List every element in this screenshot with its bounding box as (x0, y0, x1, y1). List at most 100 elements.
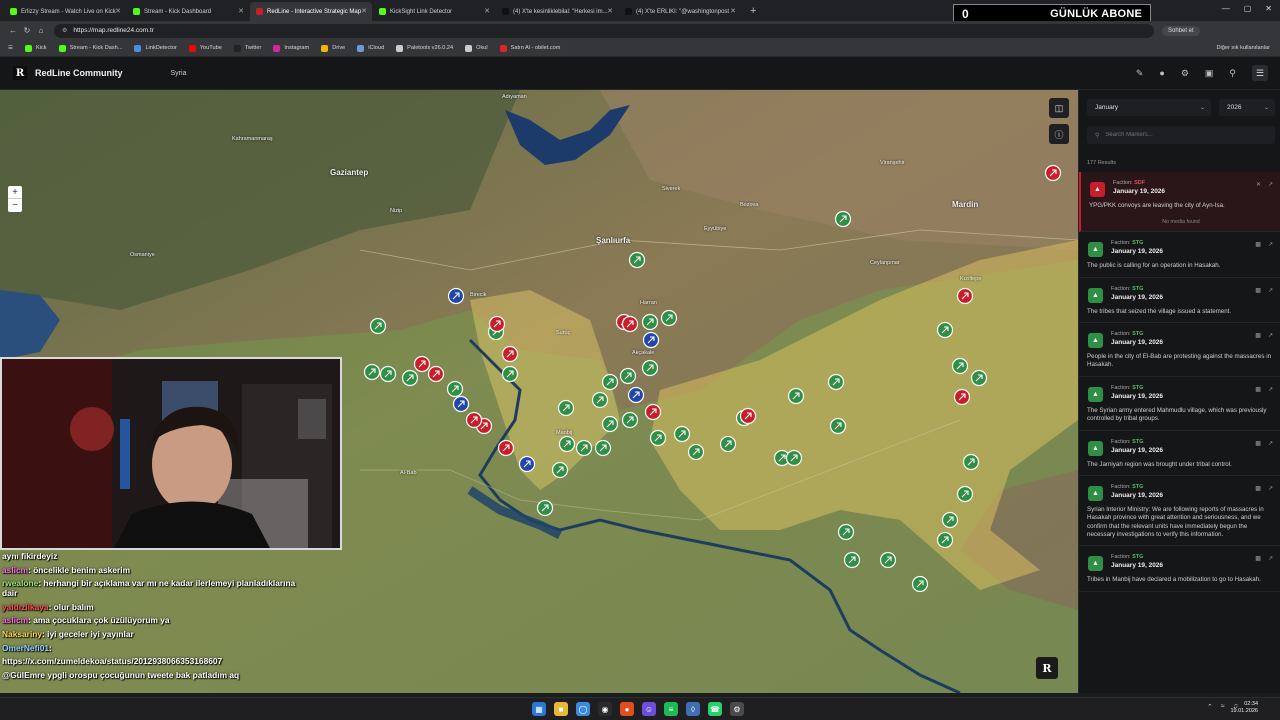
government-marker[interactable] (575, 439, 593, 457)
other-marker[interactable] (642, 331, 660, 349)
marker-card[interactable]: ▲ ▩ ↗ Faction: STG January 19, 2026 The … (1079, 278, 1280, 324)
tab-close-icon[interactable]: ✕ (115, 7, 121, 15)
other-marker[interactable] (627, 386, 645, 404)
external-link-icon[interactable]: ↗ (1268, 485, 1273, 492)
whatsapp-icon[interactable]: ☎ (708, 702, 722, 716)
marker-card[interactable]: ▲ ▩ ↗ Faction: STG January 19, 2026 Syri… (1079, 476, 1280, 547)
government-marker[interactable] (558, 435, 576, 453)
marker-card[interactable]: ▲ ▩ ↗ Faction: STG January 19, 2026 Peop… (1079, 323, 1280, 377)
other-marker[interactable] (518, 455, 536, 473)
government-marker[interactable] (446, 380, 464, 398)
maximize-icon[interactable]: ▢ (1244, 4, 1252, 13)
other-marker[interactable] (452, 395, 470, 413)
other-marker[interactable] (447, 287, 465, 305)
government-marker[interactable] (601, 415, 619, 433)
external-link-icon[interactable]: ↗ (1268, 440, 1273, 447)
other-bookmarks[interactable]: Diğer sık kullanılanlar (1217, 45, 1270, 51)
tab-close-icon[interactable]: ✕ (484, 7, 490, 15)
government-marker[interactable] (687, 443, 705, 461)
sdf-marker[interactable] (621, 315, 639, 333)
firefox-icon[interactable]: ● (620, 702, 634, 716)
media-icon[interactable]: ▩ (1255, 332, 1261, 339)
marker-search[interactable]: ⚲ (1087, 126, 1275, 144)
info-icon[interactable]: ⓘ (1049, 124, 1069, 144)
chat-username[interactable]: aslicm (2, 565, 28, 575)
bookmark-item[interactable]: Stream - Kick Dash... (58, 44, 122, 52)
clock[interactable]: 02:34 19.01.2026 (1230, 701, 1258, 715)
government-marker[interactable] (591, 391, 609, 409)
marker-card[interactable]: ▲ ▩ ↗ Faction: STG January 19, 2026 The … (1079, 431, 1280, 476)
browser-tab[interactable]: Erlizzy Stream - Watch Live on Kick ✕ (4, 2, 126, 21)
government-marker[interactable] (673, 425, 691, 443)
government-marker[interactable] (551, 461, 569, 479)
spotify-icon[interactable]: ≡ (664, 702, 678, 716)
bookmark-item[interactable]: Kick (25, 44, 47, 52)
government-marker[interactable] (619, 367, 637, 385)
location-pin-icon[interactable]: ● (1159, 68, 1164, 79)
government-marker[interactable] (641, 359, 659, 377)
bookmark-item[interactable]: Paletools v26.0.24 (396, 44, 453, 52)
marker-card[interactable]: ▲ ▩ ↗ Faction: STG January 19, 2026 The … (1079, 377, 1280, 431)
marker-search-input[interactable] (1105, 132, 1266, 138)
draw-icon[interactable]: ✎ (1136, 68, 1144, 79)
media-icon[interactable]: ▩ (1255, 386, 1261, 393)
marker-card[interactable]: ▲ ✕ ↗ Faction: SDF January 19, 2026 YPG/… (1079, 172, 1280, 233)
month-select[interactable]: January ⌄ (1087, 99, 1211, 116)
sdf-marker[interactable] (953, 388, 971, 406)
bookmark-item[interactable]: YouTube (188, 44, 222, 52)
sdf-marker[interactable] (739, 407, 757, 425)
sdf-marker[interactable] (427, 365, 445, 383)
government-marker[interactable] (970, 369, 988, 387)
government-marker[interactable] (363, 363, 381, 381)
government-marker[interactable] (628, 251, 646, 269)
government-marker[interactable] (379, 365, 397, 383)
menu-icon[interactable]: ☰ (1252, 65, 1268, 81)
settings-icon[interactable]: ⚙ (1181, 68, 1189, 79)
sdf-marker[interactable] (501, 345, 519, 363)
government-marker[interactable] (785, 449, 803, 467)
app-name[interactable]: RedLine Community (35, 68, 123, 78)
browser-tab[interactable]: KickSight Link Detector ✕ (373, 2, 495, 21)
government-marker[interactable] (369, 317, 387, 335)
tab-close-icon[interactable]: ✕ (607, 7, 613, 15)
search-icon[interactable]: ⚲ (1229, 68, 1236, 79)
government-marker[interactable] (911, 575, 929, 593)
external-link-icon[interactable]: ↗ (1268, 241, 1273, 248)
year-select[interactable]: 2026 ⌄ (1219, 99, 1275, 116)
sdf-marker[interactable] (413, 355, 431, 373)
chat-username[interactable]: OmerNefi01 (2, 643, 49, 653)
marker-card[interactable]: ▲ ▩ ↗ Faction: STG January 19, 2026 The … (1079, 232, 1280, 278)
government-marker[interactable] (951, 357, 969, 375)
government-marker[interactable] (936, 531, 954, 549)
tab-close-icon[interactable]: ✕ (238, 7, 244, 15)
sdf-marker[interactable] (465, 411, 483, 429)
camera-icon[interactable]: ▣ (1205, 68, 1214, 79)
sdf-marker[interactable] (956, 287, 974, 305)
app-icon[interactable]: ◊ (686, 702, 700, 716)
marker-list[interactable]: ▲ ✕ ↗ Faction: SDF January 19, 2026 YPG/… (1079, 172, 1280, 693)
government-marker[interactable] (536, 499, 554, 517)
government-marker[interactable] (941, 511, 959, 529)
external-link-icon[interactable]: ↗ (1268, 386, 1273, 393)
external-link-icon[interactable]: ↗ (1268, 181, 1273, 188)
government-marker[interactable] (936, 321, 954, 339)
government-marker[interactable] (621, 411, 639, 429)
chrome-icon[interactable]: ◯ (576, 702, 590, 716)
government-marker[interactable] (956, 485, 974, 503)
file-explorer-icon[interactable]: ■ (554, 702, 568, 716)
chat-button[interactable]: Sohbet et (1162, 25, 1200, 36)
government-marker[interactable] (829, 417, 847, 435)
close-icon[interactable]: ✕ (1256, 181, 1261, 188)
start-icon[interactable]: ▦ (532, 702, 546, 716)
media-icon[interactable]: ▩ (1255, 555, 1261, 562)
government-marker[interactable] (843, 551, 861, 569)
media-icon[interactable]: ▩ (1255, 440, 1261, 447)
map-layers-icon[interactable]: ◫ (1049, 98, 1069, 118)
chat-username[interactable]: Naksariny (2, 629, 42, 639)
sdf-marker[interactable] (644, 403, 662, 421)
chat-username[interactable]: aslicm (2, 615, 28, 625)
government-marker[interactable] (837, 523, 855, 541)
government-marker[interactable] (401, 369, 419, 387)
region-selector[interactable]: Syria (171, 70, 187, 77)
government-marker[interactable] (787, 387, 805, 405)
